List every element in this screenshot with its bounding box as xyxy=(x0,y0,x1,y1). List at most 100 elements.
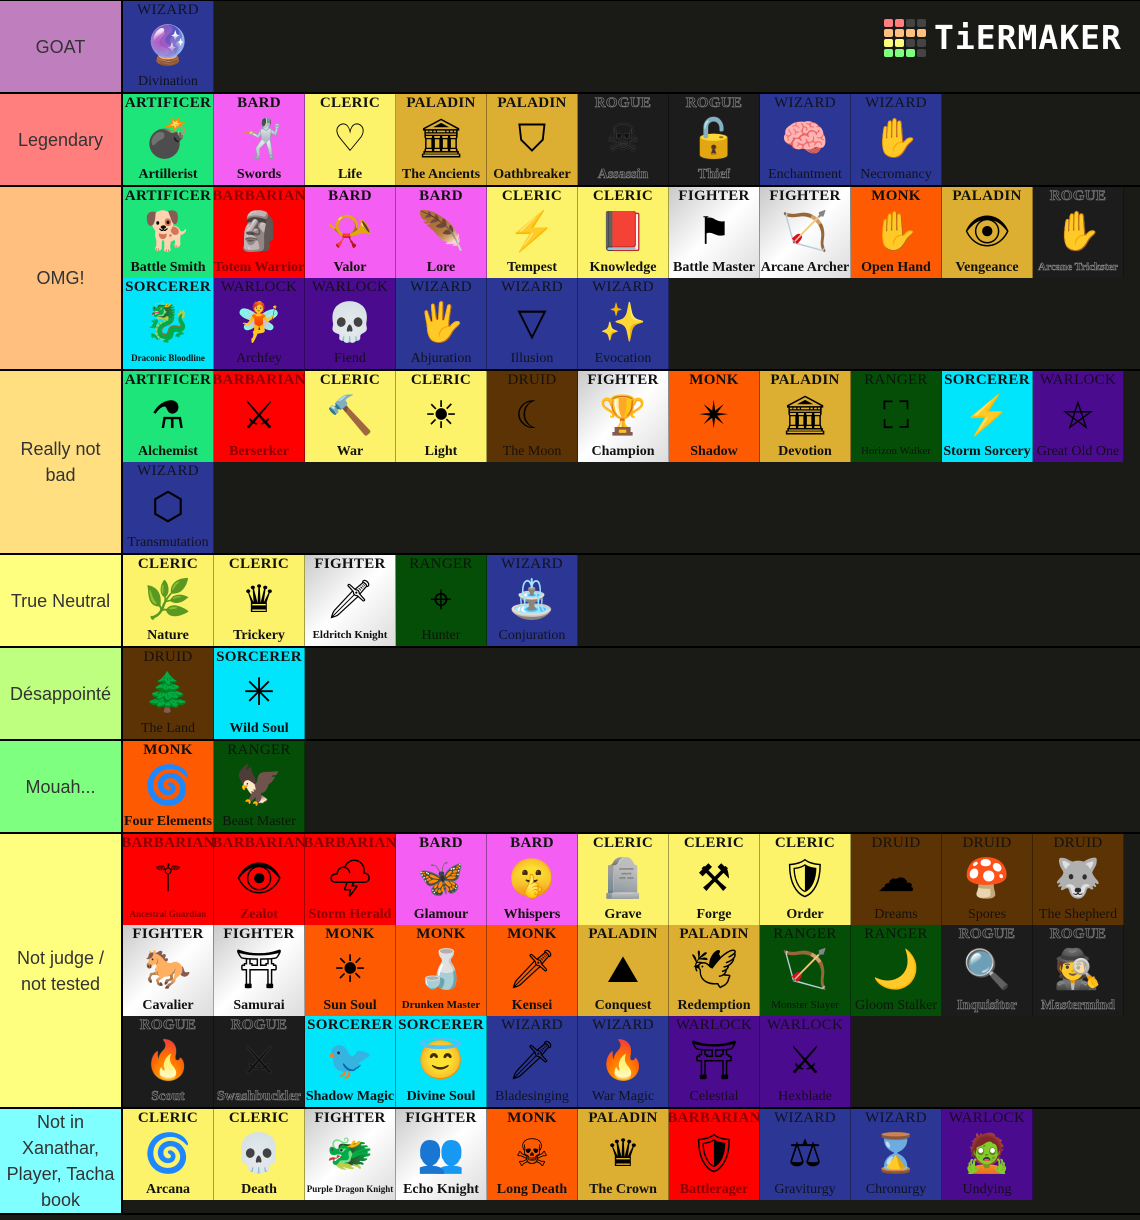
subclass-card[interactable]: BARD 🤫 Whispers xyxy=(487,834,578,925)
subclass-card[interactable]: BARBARIAN 🛡 Battlerager xyxy=(669,1109,760,1200)
subclass-card[interactable]: ROGUE ✋ Arcane Trickster xyxy=(1033,187,1124,278)
subclass-card[interactable]: WIZARD ⌛ Chronurgy xyxy=(851,1109,942,1200)
subclass-card[interactable]: WIZARD ✨ Evocation xyxy=(578,278,669,369)
subclass-card[interactable]: BARBARIAN ⚚ Ancestral Guardian xyxy=(123,834,214,925)
subclass-card[interactable]: WIZARD 🔥 War Magic xyxy=(578,1016,669,1107)
subclass-card[interactable]: WIZARD ⚖ Graviturgy xyxy=(760,1109,851,1200)
subclass-card[interactable]: ROGUE ⚔ Swashbuckler xyxy=(214,1016,305,1107)
subclass-card[interactable]: BARD 🪶 Lore xyxy=(396,187,487,278)
subclass-card[interactable]: DRUID 🍄 Spores xyxy=(942,834,1033,925)
subclass-card[interactable]: MONK ✴ Shadow xyxy=(669,371,760,462)
subclass-card[interactable]: DRUID ☾ The Moon xyxy=(487,371,578,462)
subclass-card[interactable]: WIZARD ⛲ Conjuration xyxy=(487,555,578,646)
subclass-card[interactable]: SORCERER 🐦 Shadow Magic xyxy=(305,1016,396,1107)
subclass-card[interactable]: WARLOCK 🧟 Undying xyxy=(942,1109,1033,1200)
subclass-card[interactable]: WIZARD ⬡ Transmutation xyxy=(123,462,214,553)
subclass-card[interactable]: BARD 🦋 Glamour xyxy=(396,834,487,925)
subclass-card[interactable]: WARLOCK ⚔ Hexblade xyxy=(760,1016,851,1107)
subclass-card[interactable]: ARTIFICER ⚗ Alchemist xyxy=(123,371,214,462)
subclass-card[interactable]: FIGHTER 🏆 Champion xyxy=(578,371,669,462)
subclass-card[interactable]: RANGER 🏹 Monster Slayer xyxy=(760,925,851,1016)
subclass-card[interactable]: SORCERER 🐉 Draconic Bloodline xyxy=(123,278,214,369)
tier-label[interactable]: Désappointé xyxy=(0,648,123,739)
subclass-card[interactable]: WIZARD 🗡 Bladesinging xyxy=(487,1016,578,1107)
subclass-card[interactable]: WARLOCK ⛩ Celestial xyxy=(669,1016,760,1107)
subclass-card[interactable]: MONK ☀ Sun Soul xyxy=(305,925,396,1016)
tier-label[interactable]: Legendary xyxy=(0,94,123,185)
subclass-card[interactable]: DRUID ☁ Dreams xyxy=(851,834,942,925)
subclass-card[interactable]: CLERIC ⚡ Tempest xyxy=(487,187,578,278)
subclass-card[interactable]: BARD 🤺 Swords xyxy=(214,94,305,185)
subclass-card[interactable]: FIGHTER 🐲 Purple Dragon Knight xyxy=(305,1109,396,1200)
tier-label[interactable]: GOAT xyxy=(0,1,123,92)
subclass-card[interactable]: RANGER 🦅 Beast Master xyxy=(214,741,305,832)
tiermaker-logo[interactable]: TiERMAKER xyxy=(884,18,1122,57)
subclass-card[interactable]: BARBARIAN 🌩 Storm Herald xyxy=(305,834,396,925)
subclass-card[interactable]: BARBARIAN 🗿 Totem Warrior xyxy=(214,187,305,278)
subclass-card[interactable]: WARLOCK ⛤ Great Old One xyxy=(1033,371,1124,462)
subclass-card[interactable]: MONK 🌀 Four Elements xyxy=(123,741,214,832)
subclass-card[interactable]: WIZARD 🧠 Enchantment xyxy=(760,94,851,185)
tier-label[interactable]: Not judge / not tested xyxy=(0,834,123,1107)
logo-text: TiERMAKER xyxy=(934,18,1122,57)
tier-label[interactable]: Mouah... xyxy=(0,741,123,832)
subclass-card[interactable]: MONK 🍶 Drunken Master xyxy=(396,925,487,1016)
subclass-card[interactable]: PALADIN 🏛 Devotion xyxy=(760,371,851,462)
subclass-card[interactable]: CLERIC ⚒ Forge xyxy=(669,834,760,925)
tier-label[interactable]: OMG! xyxy=(0,187,123,369)
subclass-card[interactable]: WIZARD ✋ Necromancy xyxy=(851,94,942,185)
subclass-card[interactable]: WIZARD 🖐 Abjuration xyxy=(396,278,487,369)
gem-icon: ⬡ xyxy=(151,486,185,528)
subclass-card[interactable]: PALADIN ♛ The Crown xyxy=(578,1109,669,1200)
subclass-card[interactable]: PALADIN ⛉ Oathbreaker xyxy=(487,94,578,185)
subclass-card[interactable]: FIGHTER 🗡 Eldritch Knight xyxy=(305,555,396,646)
subclass-card[interactable]: MONK ☠ Long Death xyxy=(487,1109,578,1200)
subclass-card[interactable]: CLERIC ♡ Life xyxy=(305,94,396,185)
subclass-card[interactable]: RANGER ⌖ Hunter xyxy=(396,555,487,646)
subclass-card[interactable]: BARBARIAN ⚔ Berserker xyxy=(214,371,305,462)
subclass-card[interactable]: ARTIFICER 🐕 Battle Smith xyxy=(123,187,214,278)
subclass-card[interactable]: FIGHTER 👥 Echo Knight xyxy=(396,1109,487,1200)
subclass-card[interactable]: WIZARD 🔮 Divination xyxy=(123,1,214,92)
subclass-card[interactable]: ROGUE 🔥 Scout xyxy=(123,1016,214,1107)
subclass-card[interactable]: MONK 🗡 Kensei xyxy=(487,925,578,1016)
subclass-card[interactable]: CLERIC 🌿 Nature xyxy=(123,555,214,646)
subclass-card[interactable]: CLERIC ♛ Trickery xyxy=(214,555,305,646)
subclass-card[interactable]: FIGHTER 🏹 Arcane Archer xyxy=(760,187,851,278)
subclass-card[interactable]: FIGHTER 🐎 Cavalier xyxy=(123,925,214,1016)
subclass-card[interactable]: ROGUE 🔍 Inquisitor xyxy=(942,925,1033,1016)
subclass-card[interactable]: RANGER 🌙 Gloom Stalker xyxy=(851,925,942,1016)
subclass-card[interactable]: DRUID 🌲 The Land xyxy=(123,648,214,739)
subclass-card[interactable]: ARTIFICER 💣 Artillerist xyxy=(123,94,214,185)
subclass-card[interactable]: SORCERER ✳ Wild Soul xyxy=(214,648,305,739)
tier-label[interactable]: Not in Xanathar, Player, Tacha book xyxy=(0,1109,123,1213)
subclass-card[interactable]: CLERIC 📕 Knowledge xyxy=(578,187,669,278)
subclass-card[interactable]: PALADIN 👁 Vengeance xyxy=(942,187,1033,278)
subclass-card[interactable]: SORCERER 😇 Divine Soul xyxy=(396,1016,487,1107)
subclass-card[interactable]: CLERIC 🪦 Grave xyxy=(578,834,669,925)
subclass-card[interactable]: ROGUE 🕵 Mastermind xyxy=(1033,925,1124,1016)
subclass-card[interactable]: PALADIN 🏛 The Ancients xyxy=(396,94,487,185)
subclass-card[interactable]: CLERIC 🌀 Arcana xyxy=(123,1109,214,1200)
subclass-card[interactable]: CLERIC ☀ Light xyxy=(396,371,487,462)
subclass-card[interactable]: CLERIC 🛡 Order xyxy=(760,834,851,925)
subclass-card[interactable]: CLERIC 🔨 War xyxy=(305,371,396,462)
subclass-card[interactable]: BARD 📯 Valor xyxy=(305,187,396,278)
subclass-card[interactable]: MONK ✋ Open Hand xyxy=(851,187,942,278)
subclass-card[interactable]: DRUID 🐺 The Shepherd xyxy=(1033,834,1124,925)
subclass-card[interactable]: SORCERER ⚡ Storm Sorcery xyxy=(942,371,1033,462)
subclass-card[interactable]: FIGHTER ⛩ Samurai xyxy=(214,925,305,1016)
subclass-card[interactable]: RANGER ⛶ Horizon Walker xyxy=(851,371,942,462)
subclass-card[interactable]: WARLOCK 🧚 Archfey xyxy=(214,278,305,369)
subclass-card[interactable]: WARLOCK 💀 Fiend xyxy=(305,278,396,369)
subclass-card[interactable]: PALADIN ⛰ Conquest xyxy=(578,925,669,1016)
subclass-card[interactable]: WIZARD ▽ Illusion xyxy=(487,278,578,369)
tier-label[interactable]: Really not bad xyxy=(0,371,123,553)
subclass-card[interactable]: ROGUE ☠ Assassin xyxy=(578,94,669,185)
subclass-card[interactable]: CLERIC 💀 Death xyxy=(214,1109,305,1200)
subclass-card[interactable]: FIGHTER ⚑ Battle Master xyxy=(669,187,760,278)
subclass-card[interactable]: BARBARIAN 👁 Zealot xyxy=(214,834,305,925)
subclass-card[interactable]: ROGUE 🔓 Thief xyxy=(669,94,760,185)
tier-label[interactable]: True Neutral xyxy=(0,555,123,646)
subclass-card[interactable]: PALADIN 🕊 Redemption xyxy=(669,925,760,1016)
